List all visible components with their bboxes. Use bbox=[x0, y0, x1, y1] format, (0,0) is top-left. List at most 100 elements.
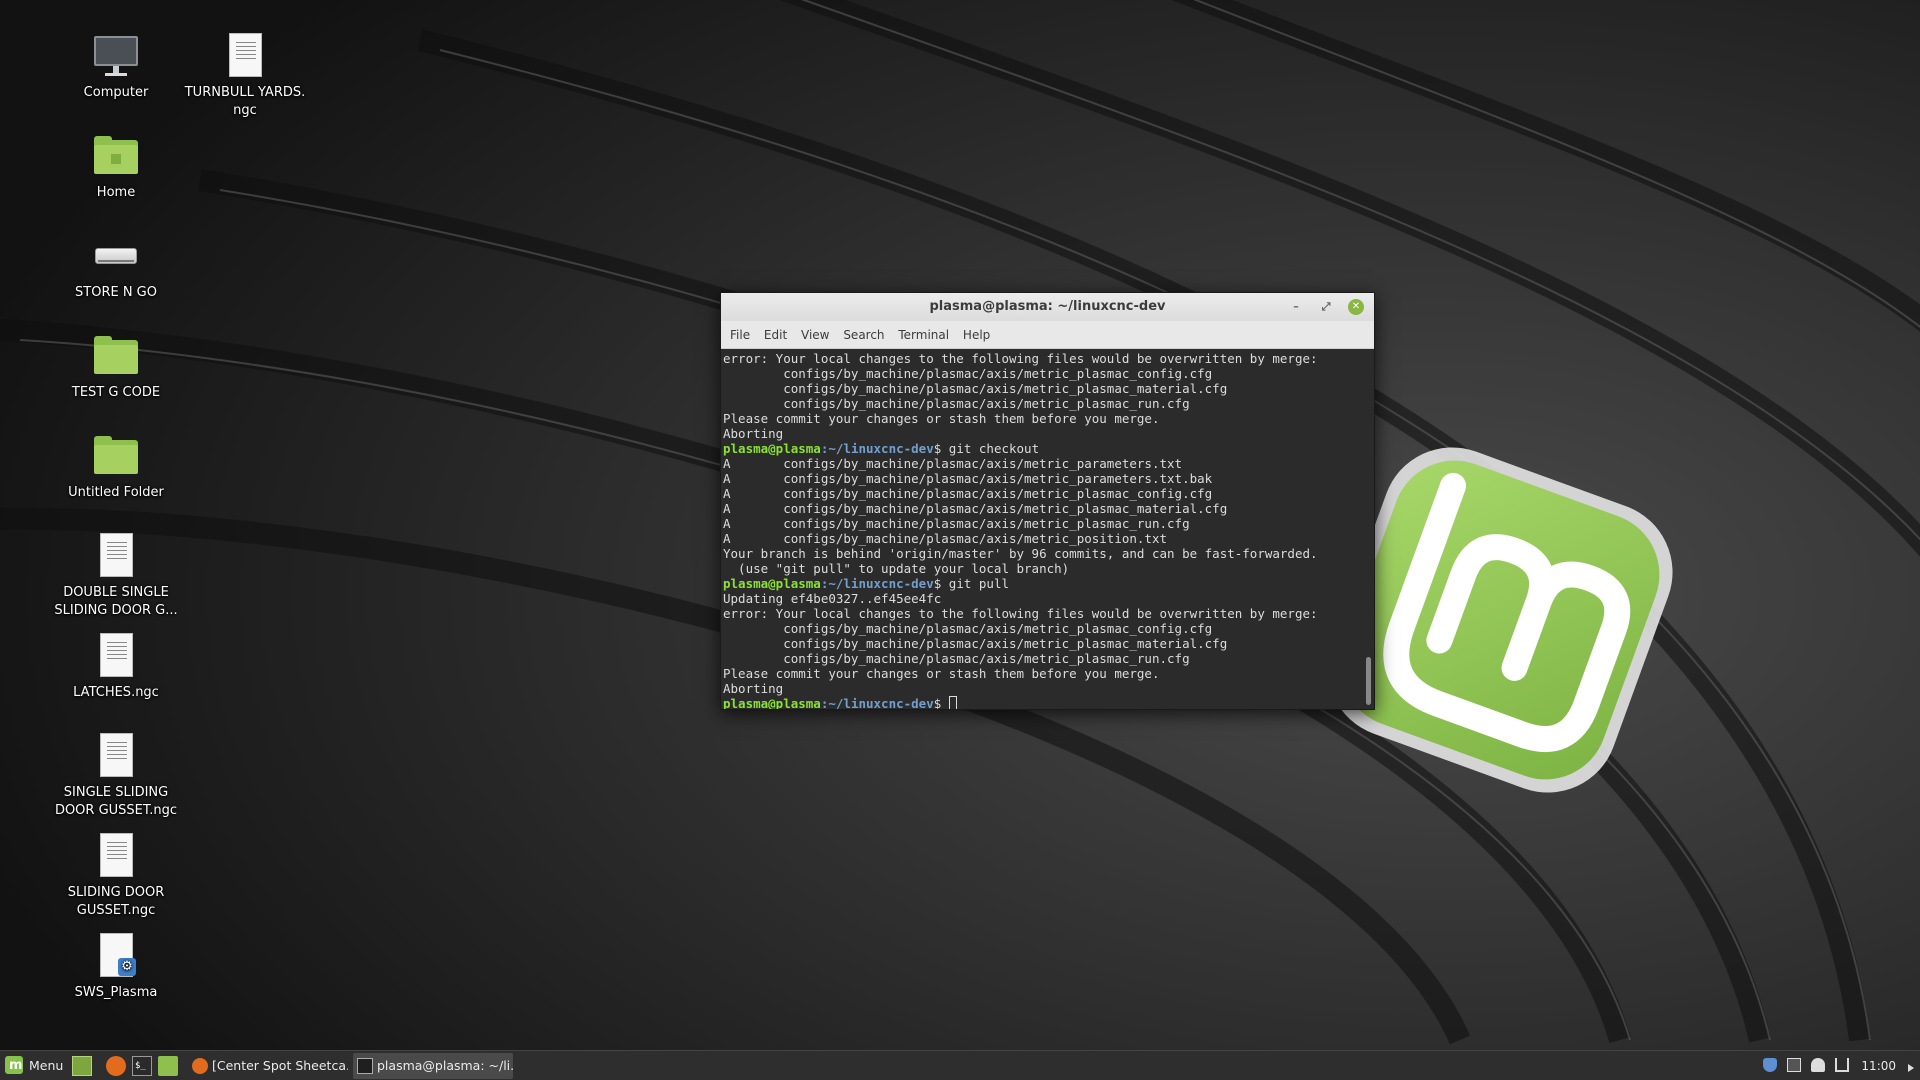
desktop-icon-double-single-sliding-door[interactable]: DOUBLE SINGLE SLIDING DOOR G... bbox=[51, 532, 181, 620]
desktop-icon-label: SINGLE SLIDING DOOR GUSSET.ngc bbox=[54, 785, 178, 818]
terminal-line: configs/by_machine/plasmac/axis/metric_p… bbox=[723, 651, 1374, 666]
output-text: Please commit your changes or stash them… bbox=[723, 666, 1160, 681]
terminal-icon[interactable]: $_ bbox=[132, 1056, 152, 1076]
output-text: A configs/by_machine/plasmac/axis/metric… bbox=[723, 471, 1213, 486]
clock[interactable]: 11:00 bbox=[1861, 1051, 1896, 1080]
prompt-symbol: $ bbox=[933, 576, 949, 591]
folder-icon bbox=[92, 432, 140, 480]
terminal-line: configs/by_machine/plasmac/axis/metric_p… bbox=[723, 396, 1374, 411]
terminal-line: A configs/by_machine/plasmac/axis/metric… bbox=[723, 516, 1374, 531]
files-icon[interactable] bbox=[158, 1056, 178, 1076]
output-text: error: Your local changes to the followi… bbox=[723, 606, 1318, 621]
output-text: Updating ef4be0327..ef45ee4fc bbox=[723, 591, 942, 606]
show-desktop-icon[interactable] bbox=[72, 1056, 92, 1076]
prompt-user: plasma@plasma bbox=[723, 696, 821, 709]
executable-script-icon: ⚙ bbox=[92, 932, 140, 980]
gear-icon: ⚙ bbox=[118, 958, 136, 976]
prompt-path: :~/linuxcnc-dev bbox=[820, 696, 934, 709]
minimize-button[interactable]: – bbox=[1288, 299, 1304, 315]
output-text: Aborting bbox=[723, 426, 784, 441]
desktop-icon-label: TURNBULL YARDS. ngc bbox=[184, 85, 306, 118]
command-text: git pull bbox=[948, 576, 1010, 591]
terminal-window[interactable]: plasma@plasma: ~/linuxcnc-dev – ⤢ ✕ File… bbox=[720, 292, 1375, 710]
prompt-symbol: $ bbox=[933, 441, 949, 456]
prompt-user: plasma@plasma bbox=[723, 441, 821, 456]
taskbar-window-firefox[interactable]: [Center Spot Sheetca... bbox=[188, 1053, 348, 1079]
drive-icon bbox=[92, 232, 140, 280]
network-icon[interactable] bbox=[1835, 1058, 1850, 1072]
output-text: configs/by_machine/plasmac/axis/metric_p… bbox=[723, 651, 1190, 666]
output-text: (use "git pull" to update your local bra… bbox=[723, 561, 1070, 576]
desktop-icon-label: SLIDING DOOR GUSSET.ngc bbox=[67, 885, 165, 918]
desktop-icon-store-n-go[interactable]: STORE N GO bbox=[51, 232, 181, 302]
output-text: configs/by_machine/plasmac/axis/metric_p… bbox=[723, 396, 1190, 411]
firefox-icon[interactable] bbox=[106, 1056, 126, 1076]
terminal-line: Please commit your changes or stash them… bbox=[723, 411, 1374, 426]
window-titlebar[interactable]: plasma@plasma: ~/linuxcnc-dev – ⤢ ✕ bbox=[721, 293, 1374, 321]
scrollbar-thumb[interactable] bbox=[1366, 657, 1371, 705]
close-button[interactable]: ✕ bbox=[1348, 299, 1364, 315]
firefox-icon bbox=[192, 1058, 208, 1074]
desktop-icon-label: SWS_Plasma bbox=[74, 985, 158, 1000]
output-text: Please commit your changes or stash them… bbox=[723, 411, 1160, 426]
taskbar-window-terminal[interactable]: plasma@plasma: ~/li... bbox=[353, 1053, 513, 1079]
menu-terminal[interactable]: Terminal bbox=[893, 321, 954, 349]
shield-icon[interactable] bbox=[1763, 1058, 1778, 1072]
menu-help[interactable]: Help bbox=[958, 321, 995, 349]
document-icon bbox=[92, 532, 140, 580]
terminal-line: A configs/by_machine/plasmac/axis/metric… bbox=[723, 531, 1374, 546]
output-text: A configs/by_machine/plasmac/axis/metric… bbox=[723, 501, 1228, 516]
output-text: A configs/by_machine/plasmac/axis/metric… bbox=[723, 456, 1183, 471]
terminal-line: Your branch is behind 'origin/master' by… bbox=[723, 546, 1374, 561]
desktop-icon-computer[interactable]: Computer bbox=[51, 32, 181, 102]
desktop-icon-label: Untitled Folder bbox=[68, 485, 164, 500]
desktop-icon-sliding-door-gusset[interactable]: SLIDING DOOR GUSSET.ngc bbox=[51, 832, 181, 920]
menu-label: Menu bbox=[29, 1058, 64, 1073]
terminal-output[interactable]: error: Your local changes to the followi… bbox=[721, 349, 1374, 709]
desktop-icon-untitled-folder[interactable]: Untitled Folder bbox=[51, 432, 181, 502]
task-label: plasma@plasma: ~/li... bbox=[377, 1058, 513, 1073]
desktop-icon-home[interactable]: Home bbox=[51, 132, 181, 202]
terminal-line: configs/by_machine/plasmac/axis/metric_p… bbox=[723, 636, 1374, 651]
desktop-icon-sws-plasma[interactable]: ⚙ SWS_Plasma bbox=[51, 932, 181, 1002]
linux-mint-logo-icon bbox=[5, 1054, 23, 1078]
update-manager-icon[interactable] bbox=[1787, 1058, 1802, 1072]
terminal-prompt-line: plasma@plasma:~/linuxcnc-dev$ git checko… bbox=[723, 441, 1374, 456]
terminal-icon bbox=[357, 1058, 373, 1074]
desktop-icon-label: Home bbox=[96, 185, 136, 200]
menu-file[interactable]: File bbox=[725, 321, 755, 349]
command-text: git checkout bbox=[948, 441, 1040, 456]
output-text: configs/by_machine/plasmac/axis/metric_p… bbox=[723, 636, 1228, 651]
prompt-path: :~/linuxcnc-dev bbox=[820, 576, 934, 591]
folder-icon bbox=[92, 332, 140, 380]
window-title: plasma@plasma: ~/linuxcnc-dev bbox=[929, 299, 1166, 314]
document-icon bbox=[221, 32, 269, 80]
desktop-icon-single-sliding-door-gusset[interactable]: SINGLE SLIDING DOOR GUSSET.ngc bbox=[51, 732, 181, 820]
scrollbar[interactable] bbox=[1366, 353, 1371, 705]
menu-edit[interactable]: Edit bbox=[759, 321, 792, 349]
menubar: File Edit View Search Terminal Help bbox=[721, 321, 1374, 349]
terminal-line: configs/by_machine/plasmac/axis/metric_p… bbox=[723, 621, 1374, 636]
terminal-line: error: Your local changes to the followi… bbox=[723, 606, 1374, 621]
output-text: A configs/by_machine/plasmac/axis/metric… bbox=[723, 531, 1168, 546]
desktop-icon-latches[interactable]: LATCHES.ngc bbox=[51, 632, 181, 702]
terminal-line: A configs/by_machine/plasmac/axis/metric… bbox=[723, 456, 1374, 471]
prompt-user: plasma@plasma bbox=[723, 576, 821, 591]
desktop-icon-turnbull-yards[interactable]: TURNBULL YARDS. ngc bbox=[180, 32, 310, 120]
output-text: A configs/by_machine/plasmac/axis/metric… bbox=[723, 486, 1213, 501]
desktop-icon-test-g-code[interactable]: TEST G CODE bbox=[51, 332, 181, 402]
menu-view[interactable]: View bbox=[796, 321, 834, 349]
menu-button[interactable]: Menu bbox=[3, 1054, 69, 1078]
document-icon bbox=[92, 732, 140, 780]
prompt-symbol: $ bbox=[933, 696, 949, 709]
maximize-button[interactable]: ⤢ bbox=[1318, 299, 1334, 315]
terminal-line: error: Your local changes to the followi… bbox=[723, 351, 1374, 366]
terminal-line: Aborting bbox=[723, 426, 1374, 441]
task-label: [Center Spot Sheetca... bbox=[212, 1058, 348, 1073]
user-icon[interactable] bbox=[1811, 1058, 1826, 1072]
volume-icon[interactable] bbox=[1908, 1064, 1914, 1072]
menu-search[interactable]: Search bbox=[838, 321, 889, 349]
terminal-line: Updating ef4be0327..ef45ee4fc bbox=[723, 591, 1374, 606]
home-folder-icon bbox=[92, 132, 140, 180]
terminal-line: configs/by_machine/plasmac/axis/metric_p… bbox=[723, 381, 1374, 396]
